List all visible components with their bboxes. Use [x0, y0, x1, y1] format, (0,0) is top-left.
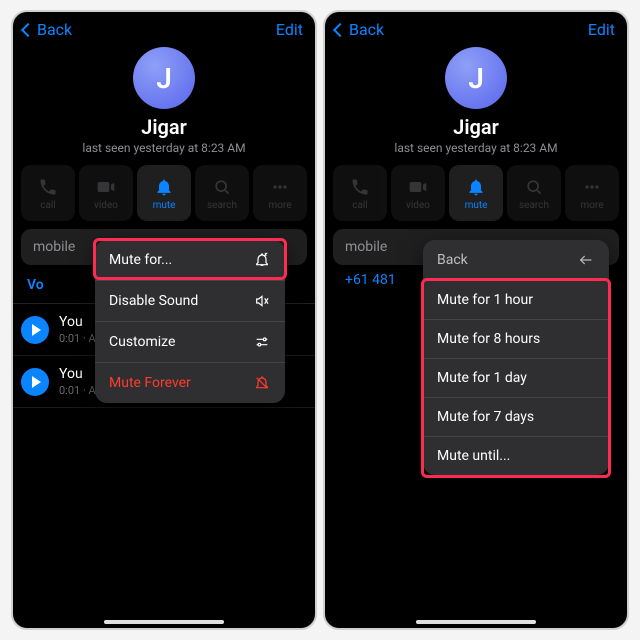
arrow-left-icon — [577, 251, 595, 269]
ellipsis-icon — [269, 176, 291, 198]
search-button[interactable]: search — [507, 165, 561, 221]
contact-name: Jigar — [325, 115, 627, 139]
phone-right: Back Edit J Jigar last seen yesterday at… — [323, 10, 629, 630]
sliders-icon — [253, 333, 271, 351]
bell-z-icon — [253, 251, 271, 269]
mute-button[interactable]: mute — [449, 165, 503, 221]
menu-item-customize[interactable]: Customize — [95, 322, 285, 363]
menu-item-1d[interactable]: Mute for 1 day — [423, 359, 609, 398]
phone-icon — [37, 176, 59, 198]
mobile-label: mobile — [345, 239, 387, 255]
home-indicator — [104, 620, 224, 624]
menu-item-label: Mute for... — [109, 252, 172, 268]
menu-item-mute-forever[interactable]: Mute Forever — [95, 363, 285, 403]
call-label: call — [352, 200, 368, 211]
back-button[interactable]: Back — [335, 20, 384, 39]
ellipsis-icon — [581, 176, 603, 198]
last-seen: last seen yesterday at 8:23 AM — [13, 141, 315, 155]
video-label: video — [94, 200, 118, 211]
menu-item-disable-sound[interactable]: Disable Sound — [95, 281, 285, 322]
mute-context-menu: Mute for... Disable Sound Customize Mute… — [95, 240, 285, 403]
menu-item-label: Mute for 1 day — [437, 370, 527, 386]
more-button[interactable]: more — [565, 165, 619, 221]
call-label: call — [40, 200, 56, 211]
play-icon[interactable] — [21, 316, 49, 344]
bell-icon — [153, 176, 175, 198]
avatar[interactable]: J — [133, 47, 195, 109]
chevron-left-icon — [333, 22, 347, 36]
edit-button[interactable]: Edit — [276, 20, 303, 39]
mute-duration-menu: Back Mute for 1 hour Mute for 8 hours Mu… — [423, 240, 609, 475]
play-icon[interactable] — [21, 368, 49, 396]
speaker-off-icon — [253, 292, 271, 310]
nav-bar: Back Edit — [325, 12, 627, 43]
mute-button[interactable]: mute — [137, 165, 191, 221]
back-label: Back — [37, 20, 72, 39]
chevron-left-icon — [21, 22, 35, 36]
more-button[interactable]: more — [253, 165, 307, 221]
nav-bar: Back Edit — [13, 12, 315, 43]
avatar-initial: J — [156, 62, 172, 95]
search-label: search — [519, 200, 549, 211]
video-button[interactable]: video — [79, 165, 133, 221]
last-seen: last seen yesterday at 8:23 AM — [325, 141, 627, 155]
mobile-value: +61 481 — [345, 272, 396, 288]
search-icon — [211, 176, 233, 198]
video-button[interactable]: video — [391, 165, 445, 221]
bell-icon — [465, 176, 487, 198]
edit-button[interactable]: Edit — [588, 20, 615, 39]
menu-item-8h[interactable]: Mute for 8 hours — [423, 320, 609, 359]
back-label: Back — [349, 20, 384, 39]
more-label: more — [580, 200, 603, 211]
mute-label: mute — [153, 200, 176, 211]
back-button[interactable]: Back — [23, 20, 72, 39]
video-label: video — [406, 200, 430, 211]
video-icon — [95, 176, 117, 198]
mute-label: mute — [465, 200, 488, 211]
menu-item-7d[interactable]: Mute for 7 days — [423, 398, 609, 437]
search-button[interactable]: search — [195, 165, 249, 221]
menu-item-label: Disable Sound — [109, 293, 198, 309]
more-label: more — [268, 200, 291, 211]
action-row: call video mute search more — [13, 165, 315, 221]
call-button[interactable]: call — [21, 165, 75, 221]
menu-item-label: Mute Forever — [109, 375, 191, 391]
search-label: search — [207, 200, 237, 211]
menu-item-label: Mute for 1 hour — [437, 292, 533, 308]
home-indicator — [416, 620, 536, 624]
menu-item-mute-for[interactable]: Mute for... — [95, 240, 285, 281]
screenshot-pair: Back Edit J Jigar last seen yesterday at… — [11, 10, 629, 630]
contact-name: Jigar — [13, 115, 315, 139]
voice-tab[interactable]: Vo — [21, 273, 50, 301]
menu-item-label: Mute until... — [437, 448, 510, 464]
menu-back-label: Back — [437, 252, 468, 268]
menu-item-label: Mute for 8 hours — [437, 331, 540, 347]
mobile-label: mobile — [33, 239, 75, 255]
video-icon — [407, 176, 429, 198]
menu-item-label: Customize — [109, 334, 175, 350]
search-icon — [523, 176, 545, 198]
phone-left: Back Edit J Jigar last seen yesterday at… — [11, 10, 317, 630]
menu-item-until[interactable]: Mute until... — [423, 437, 609, 475]
call-button[interactable]: call — [333, 165, 387, 221]
avatar[interactable]: J — [445, 47, 507, 109]
bell-slash-icon — [253, 374, 271, 392]
menu-item-label: Mute for 7 days — [437, 409, 534, 425]
action-row: call video mute search more — [325, 165, 627, 221]
phone-icon — [349, 176, 371, 198]
menu-item-1h[interactable]: Mute for 1 hour — [423, 281, 609, 320]
avatar-initial: J — [468, 62, 484, 95]
menu-back[interactable]: Back — [423, 240, 609, 281]
